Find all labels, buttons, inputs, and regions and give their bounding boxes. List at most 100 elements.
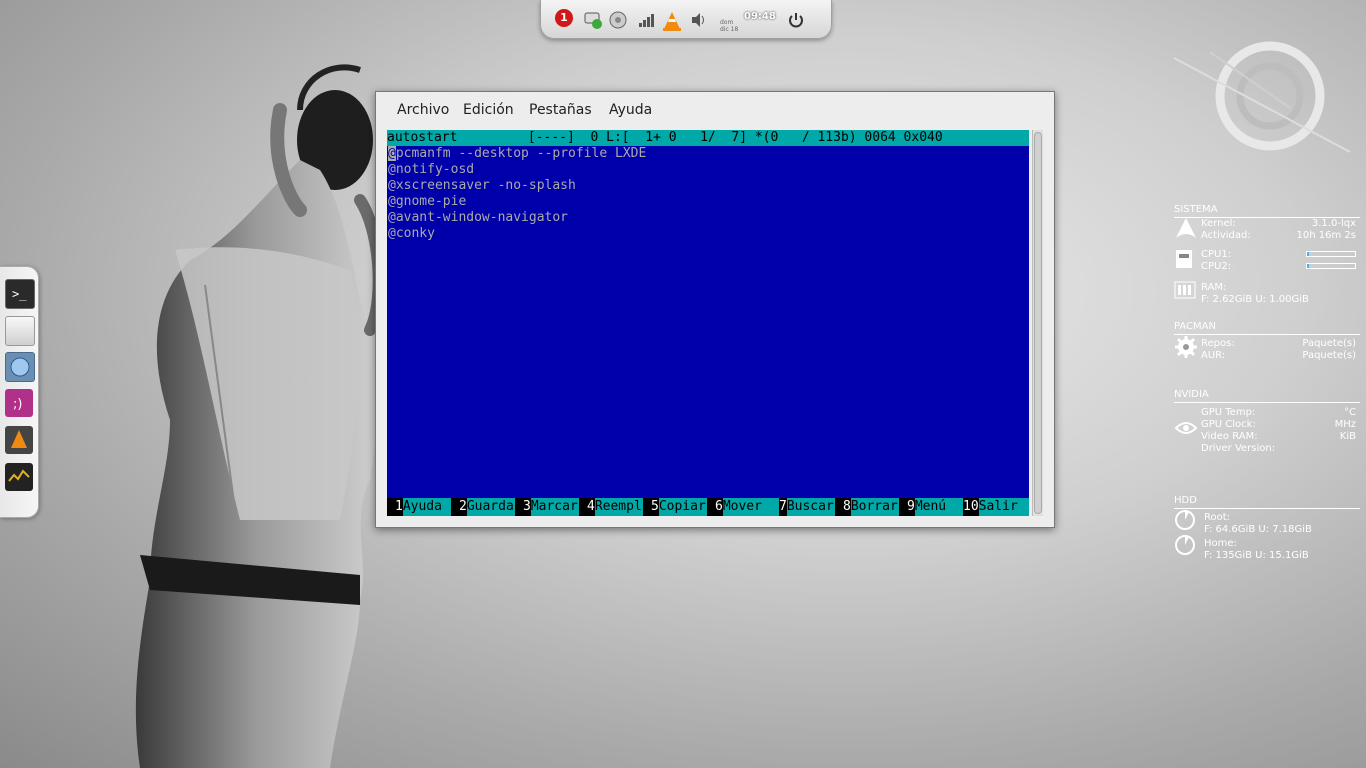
nvidia-eye-icon xyxy=(1174,418,1198,442)
menu-bar: Archivo Edición Pestañas Ayuda xyxy=(377,102,1027,126)
date-label: dom dic 18 xyxy=(720,19,739,33)
fkey-copiar[interactable]: 5Copiar xyxy=(643,498,707,516)
fkey-label: Reempl xyxy=(594,498,643,516)
aur-label: AUR: xyxy=(1201,350,1226,361)
menu-pestanas[interactable]: Pestañas xyxy=(529,102,592,118)
fkey-label: Guarda xyxy=(466,498,515,516)
fkey-reempl[interactable]: 4Reempl xyxy=(579,498,643,516)
arch-linux-icon xyxy=(1174,216,1198,244)
gpu-temp-label: GPU Temp: xyxy=(1201,407,1256,418)
fkey-menu[interactable]: 9Menú xyxy=(899,498,963,516)
sistema-title: SISTEMA xyxy=(1174,204,1218,215)
file-line[interactable]: @conky xyxy=(388,226,435,242)
arch-clock-icon xyxy=(1173,41,1351,153)
kernel-label: Kernel: xyxy=(1201,218,1236,229)
terminal-window: Archivo Edición Pestañas Ayuda autostart… xyxy=(375,91,1055,528)
vlc-icon[interactable] xyxy=(5,426,33,454)
scrollbar-thumb[interactable] xyxy=(1034,132,1042,514)
chat-icon[interactable] xyxy=(583,10,603,30)
section-divider xyxy=(1174,508,1360,509)
vlc-icon[interactable] xyxy=(661,10,681,31)
repos-label: Repos: xyxy=(1201,338,1235,349)
clock[interactable]: 09:48 xyxy=(744,11,776,22)
menu-edicion[interactable]: Edición xyxy=(463,102,514,118)
menu-ayuda[interactable]: Ayuda xyxy=(609,102,652,118)
fkey-number: 4 xyxy=(587,499,595,514)
kernel-value: 3.1.0-lqx xyxy=(1311,218,1356,229)
fkey-number: 9 xyxy=(907,499,915,514)
file-line[interactable]: @gnome-pie xyxy=(388,194,466,210)
fkey-number: 6 xyxy=(715,499,723,514)
fkey-label: Marcar xyxy=(530,498,579,516)
pacman-title: PACMAN xyxy=(1174,321,1216,332)
video-ram-label: Video RAM: xyxy=(1201,431,1258,442)
hdd-title: HDD xyxy=(1174,495,1197,506)
file-manager-icon[interactable] xyxy=(5,316,35,346)
repos-unit: Paquete(s) xyxy=(1302,338,1356,349)
ram-label: RAM: xyxy=(1201,282,1227,293)
cpu2-label: CPU2: xyxy=(1201,261,1232,272)
file-line[interactable]: @notify-osd xyxy=(388,162,474,178)
application-dock: >_ ;) xyxy=(0,266,39,518)
uptime-label: Actividad: xyxy=(1201,230,1251,241)
volume-icon[interactable] xyxy=(689,10,709,30)
browser-icon[interactable] xyxy=(5,352,35,382)
file-line[interactable]: @xscreensaver -no-splash xyxy=(388,178,576,194)
fkey-number: 7 xyxy=(779,499,787,514)
svg-text:;): ;) xyxy=(13,397,22,412)
editor-status-line: autostart [----] 0 L:[ 1+ 0 1/ 7] *(0 / … xyxy=(387,130,1029,146)
cpu-icon xyxy=(1174,248,1196,276)
terminal-icon[interactable]: >_ xyxy=(5,279,35,309)
disk-usage-icon xyxy=(1174,534,1196,560)
fkey-buscar[interactable]: 7Buscar xyxy=(771,498,835,516)
video-ram-unit: KiB xyxy=(1339,431,1356,442)
fkey-label: Salir xyxy=(978,498,1029,516)
wallpaper-figure xyxy=(135,64,385,768)
fkey-borrar[interactable]: 8Borrar xyxy=(835,498,899,516)
gear-icon xyxy=(1174,335,1198,363)
fkey-number: 8 xyxy=(843,499,851,514)
fkey-salir[interactable]: 10Salir xyxy=(963,498,1029,516)
file-line-text: pcmanfm --desktop --profile LXDE xyxy=(395,146,647,161)
settings-icon[interactable] xyxy=(608,10,628,30)
menu-archivo[interactable]: Archivo xyxy=(397,102,449,118)
home-detail: F: 135GiB U: 15.1GiB xyxy=(1204,550,1309,561)
system-monitor-icon[interactable] xyxy=(5,463,33,491)
messenger-icon[interactable]: ;) xyxy=(5,389,33,417)
text-cursor: @ xyxy=(388,146,396,161)
signal-icon[interactable] xyxy=(636,10,656,30)
fkey-number: 10 xyxy=(963,499,979,514)
home-label: Home: xyxy=(1204,538,1237,549)
fkey-guarda[interactable]: 2Guarda xyxy=(451,498,515,516)
section-divider xyxy=(1174,334,1360,335)
gpu-temp-unit: °C xyxy=(1344,407,1356,418)
fkey-label: Copiar xyxy=(658,498,707,516)
root-detail: F: 64.6GiB U: 7.18GiB xyxy=(1204,524,1312,535)
fkey-number: 2 xyxy=(459,499,467,514)
fkey-number: 1 xyxy=(395,499,403,514)
power-icon[interactable] xyxy=(786,10,806,30)
cpu2-bar xyxy=(1306,263,1356,269)
fkey-label: Borrar xyxy=(850,498,899,516)
fkey-ayuda[interactable]: 1Ayuda xyxy=(387,498,451,516)
root-label: Root: xyxy=(1204,512,1231,523)
file-line[interactable]: @pcmanfm --desktop --profile LXDE xyxy=(388,146,646,162)
function-key-bar: 1Ayuda 2Guarda 3Marcar 4Reempl 5Copiar 6… xyxy=(387,498,1029,516)
ram-detail: F: 2.62GiB U: 1.00GiB xyxy=(1201,294,1309,305)
terminal-area[interactable]: autostart [----] 0 L:[ 1+ 0 1/ 7] *(0 / … xyxy=(387,130,1029,516)
fkey-label: Ayuda xyxy=(402,498,451,516)
file-line[interactable]: @avant-window-navigator xyxy=(388,210,568,226)
ram-icon xyxy=(1174,280,1196,308)
fkey-mover[interactable]: 6Mover xyxy=(707,498,779,516)
fkey-number: 3 xyxy=(523,499,531,514)
uptime-value: 10h 16m 2s xyxy=(1296,230,1356,241)
fkey-marcar[interactable]: 3Marcar xyxy=(515,498,579,516)
svg-text:>_: >_ xyxy=(12,287,27,301)
fkey-number: 5 xyxy=(651,499,659,514)
aur-unit: Paquete(s) xyxy=(1302,350,1356,361)
notification-badge[interactable]: 1 xyxy=(555,9,573,27)
driver-version-label: Driver Version: xyxy=(1201,443,1276,454)
fkey-label: Menú xyxy=(914,498,963,516)
fkey-label: Buscar xyxy=(786,498,835,516)
vertical-scrollbar[interactable] xyxy=(1032,130,1043,516)
